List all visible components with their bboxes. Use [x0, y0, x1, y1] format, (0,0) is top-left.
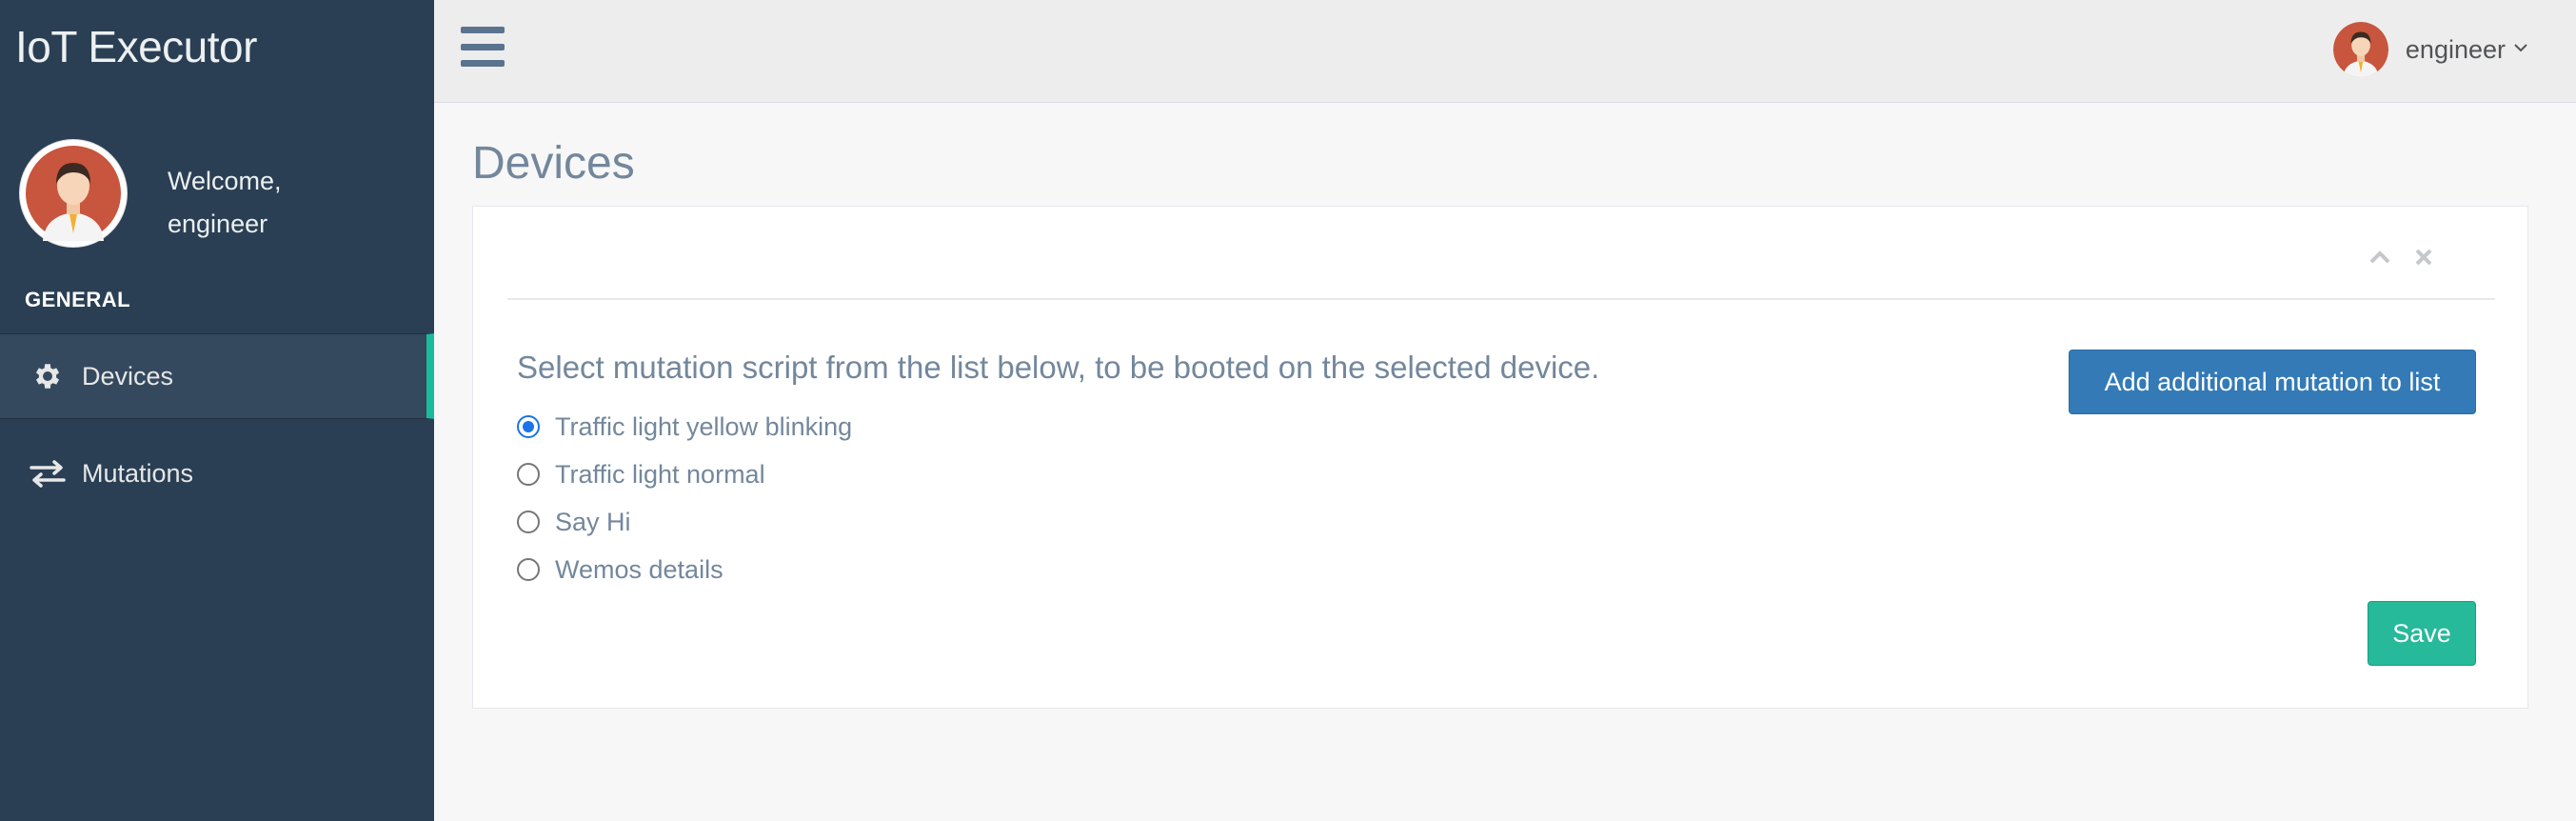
close-icon[interactable] [2411, 245, 2436, 270]
panel-divider [507, 298, 2495, 300]
chevron-up-icon[interactable] [2368, 245, 2392, 270]
save-button[interactable]: Save [2368, 601, 2476, 666]
mutation-option-label: Wemos details [555, 554, 723, 584]
welcome-line: Welcome, [168, 167, 282, 195]
sidebar: IoT Executor Welcome, engineer GENERAL D… [0, 0, 434, 821]
sidebar-item-mutations[interactable]: Mutations [0, 431, 434, 516]
mutation-prompt: Select mutation script from the list bel… [517, 350, 1600, 385]
user-avatar [2332, 22, 2388, 77]
mutation-option[interactable]: Say Hi [517, 498, 852, 546]
user-menu[interactable]: engineer [2332, 21, 2528, 78]
exchange-arrows-icon [27, 452, 69, 494]
top-navbar: engineer [434, 0, 2576, 103]
profile-avatar [19, 139, 128, 248]
sidebar-item-devices[interactable]: Devices [0, 333, 434, 419]
sidebar-item-label: Devices [82, 361, 174, 390]
radio-button[interactable] [517, 463, 540, 486]
mutation-option-label: Traffic light yellow blinking [555, 411, 853, 441]
welcome-user-name: engineer [168, 210, 268, 238]
sidebar-section-title: GENERAL [25, 288, 131, 311]
gear-icon [27, 355, 69, 397]
mutation-option[interactable]: Traffic light yellow blinking [517, 403, 852, 451]
mutation-option-label: Traffic light normal [555, 459, 765, 489]
mutation-panel: Select mutation script from the list bel… [472, 206, 2528, 709]
add-mutation-button[interactable]: Add additional mutation to list [2069, 350, 2476, 414]
mutation-options: Traffic light yellow blinking Traffic li… [517, 403, 852, 593]
chevron-down-icon [2513, 41, 2528, 58]
mutation-option-label: Say Hi [555, 507, 631, 536]
sidebar-item-label: Mutations [82, 458, 194, 488]
radio-button[interactable] [517, 415, 540, 438]
welcome-text: Welcome, engineer [168, 160, 282, 246]
page-title: Devices [472, 138, 635, 189]
user-name: engineer [2405, 34, 2506, 64]
app-title[interactable]: IoT Executor [15, 21, 257, 72]
panel-toolbox [2368, 245, 2436, 270]
hamburger-menu-icon[interactable] [461, 27, 505, 67]
mutation-option[interactable]: Traffic light normal [517, 451, 852, 498]
radio-button[interactable] [517, 558, 540, 581]
mutation-option[interactable]: Wemos details [517, 546, 852, 593]
radio-button[interactable] [517, 511, 540, 533]
